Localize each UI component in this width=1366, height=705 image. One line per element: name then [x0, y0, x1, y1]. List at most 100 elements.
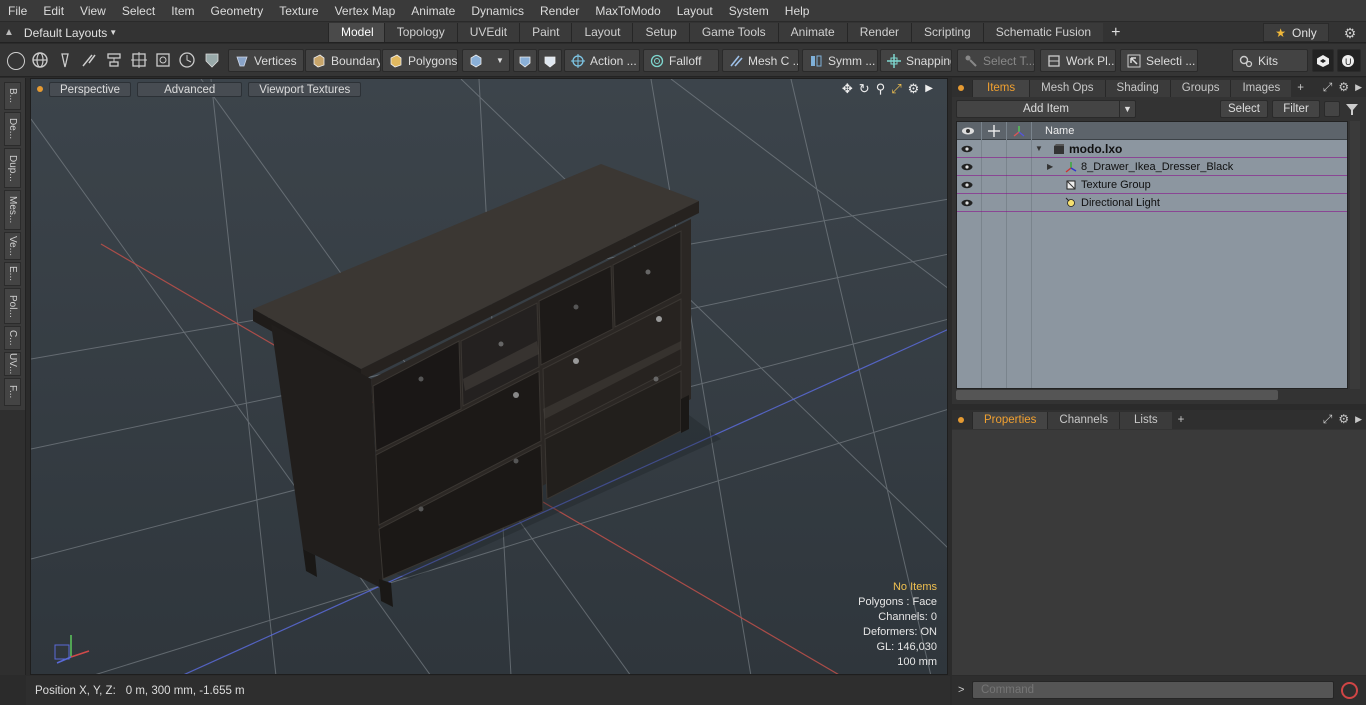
tab-setup[interactable]: Setup [632, 23, 689, 42]
tab-uvedit[interactable]: UVEdit [456, 23, 520, 42]
maximize-icon[interactable]: ⤢ [1323, 80, 1333, 95]
item-list-scrollbar[interactable] [1350, 121, 1360, 389]
menu-file[interactable]: File [0, 0, 35, 22]
expand-triangle-icon[interactable]: ▶ [1047, 158, 1053, 176]
tab-model[interactable]: Model [328, 23, 384, 42]
item-row-dresser[interactable]: ▶ 8_Drawer_Ikea_Dresser_Black [957, 158, 1347, 176]
palette-tab-fusion[interactable]: F... [4, 378, 21, 406]
expand-triangle-icon[interactable]: ▼ [1035, 140, 1043, 158]
clock-icon[interactable] [178, 51, 196, 69]
boundary-button[interactable]: Boundary [305, 49, 381, 72]
action-center-button[interactable]: Action ... [564, 49, 640, 72]
tab-items[interactable]: Items [972, 80, 1030, 97]
locator-column-icon[interactable] [1012, 122, 1026, 140]
tab-render[interactable]: Render [846, 23, 912, 42]
funnel-icon[interactable] [1344, 101, 1360, 117]
shield-icon[interactable] [203, 51, 221, 69]
move-grid-icon[interactable] [130, 51, 148, 69]
falloff-button[interactable]: Falloff [643, 49, 719, 72]
select-button[interactable]: Select [1220, 100, 1268, 118]
circle-select-icon[interactable] [7, 52, 25, 70]
item-row-directional-light[interactable]: Directional Light [957, 194, 1347, 212]
menu-layout[interactable]: Layout [669, 0, 721, 22]
gear-icon[interactable]: ⚙ [908, 81, 920, 97]
stop-icon[interactable] [1341, 682, 1358, 699]
gear-icon[interactable]: ⚙ [1338, 80, 1349, 95]
add-tab-icon[interactable]: + [1103, 23, 1128, 42]
gear-icon[interactable]: ⚙ [1338, 412, 1349, 427]
only-button[interactable]: ★ Only [1263, 23, 1329, 42]
zoom-icon[interactable]: ⚲ [876, 81, 886, 97]
chevron-down-icon[interactable]: ▼ [1119, 101, 1135, 117]
globe-icon[interactable] [31, 51, 49, 69]
palette-tab-vertex[interactable]: Ve... [4, 232, 21, 260]
work-plane-button[interactable]: Work Pl... [1040, 49, 1116, 72]
mesh-constraint-button[interactable]: Mesh C ... [722, 49, 799, 72]
selection-sets-button[interactable]: Selecti ... [1120, 49, 1198, 72]
brush-icon[interactable] [80, 51, 98, 69]
menu-system[interactable]: System [721, 0, 777, 22]
palette-tab-basic[interactable]: B... [4, 82, 21, 110]
eye-icon[interactable] [961, 179, 973, 191]
tab-channels[interactable]: Channels [1047, 412, 1120, 429]
viewport-menu-dot[interactable] [37, 86, 43, 92]
add-item-button[interactable]: Add Item ▼ [956, 100, 1136, 118]
item-list[interactable]: Name ▼ modo.lxo ▶ 8_Drawer_Ikea_Dresser_… [956, 121, 1348, 389]
gear-icon[interactable]: ⚙ [1341, 24, 1359, 42]
item-row-scene[interactable]: ▼ modo.lxo [957, 140, 1347, 158]
filter-button[interactable]: Filter [1272, 100, 1320, 118]
advanced-button[interactable]: Advanced [137, 81, 243, 97]
eye-icon[interactable] [961, 197, 973, 209]
pivot-mode-button[interactable] [538, 49, 562, 72]
menu-animate[interactable]: Animate [403, 0, 463, 22]
add-tab-icon[interactable]: + [1291, 80, 1310, 97]
select-through-button[interactable]: Select T... [957, 49, 1035, 72]
kits-button[interactable]: Kits [1232, 49, 1308, 72]
palette-tab-duplicate[interactable]: Dup... [4, 148, 21, 188]
menu-item[interactable]: Item [163, 0, 202, 22]
name-column-header[interactable]: Name [1045, 122, 1074, 140]
play-arrow-icon[interactable]: ▶ [925, 81, 933, 97]
collapse-icon[interactable] [1324, 101, 1340, 117]
palette-tab-uv[interactable]: UV... [4, 352, 21, 376]
maximize-icon[interactable]: ⤢ [1323, 412, 1333, 427]
vertices-button[interactable]: Vertices [228, 49, 304, 72]
tab-paint[interactable]: Paint [519, 23, 572, 42]
unity-button[interactable] [1312, 49, 1334, 72]
palette-tab-curve[interactable]: C... [4, 326, 21, 350]
menu-vertex-map[interactable]: Vertex Map [327, 0, 404, 22]
pan-icon[interactable]: ✥ [842, 81, 853, 97]
viewport-textures-button[interactable]: Viewport Textures [248, 81, 362, 97]
tab-properties[interactable]: Properties [972, 412, 1048, 429]
polygons-button[interactable]: Polygons [382, 49, 458, 72]
tab-images[interactable]: Images [1230, 80, 1292, 97]
palette-tab-polygon[interactable]: Pol... [4, 288, 21, 324]
item-list-hscrollbar[interactable] [956, 390, 1278, 400]
tab-shading[interactable]: Shading [1104, 80, 1170, 97]
menu-view[interactable]: View [72, 0, 114, 22]
align-icon[interactable] [105, 51, 123, 69]
menu-edit[interactable]: Edit [35, 0, 72, 22]
item-mode-button[interactable]: ▼ [462, 49, 510, 72]
menu-texture[interactable]: Texture [271, 0, 326, 22]
menu-help[interactable]: Help [777, 0, 818, 22]
menu-maxtomodo[interactable]: MaxToModo [587, 0, 668, 22]
visibility-column-icon[interactable] [961, 122, 975, 140]
unreal-button[interactable]: U [1337, 49, 1361, 72]
pen-icon[interactable] [56, 51, 74, 69]
item-row-texture-group[interactable]: Texture Group [957, 176, 1347, 194]
expand-up-icon[interactable]: ▲ [4, 27, 14, 38]
tab-groups[interactable]: Groups [1169, 80, 1231, 97]
perspective-button[interactable]: Perspective [49, 81, 132, 97]
symmetry-button[interactable]: Symm ... [802, 49, 878, 72]
menu-select[interactable]: Select [114, 0, 163, 22]
tab-layout[interactable]: Layout [571, 23, 633, 42]
panel-menu-dot[interactable] [958, 417, 964, 423]
palette-tab-edge[interactable]: E... [4, 262, 21, 286]
tab-schematic-fusion[interactable]: Schematic Fusion [982, 23, 1104, 42]
play-arrow-icon[interactable]: ▶ [1355, 412, 1362, 427]
play-arrow-icon[interactable]: ▶ [1355, 80, 1362, 95]
tab-animate[interactable]: Animate [777, 23, 847, 42]
snap-square-icon[interactable] [154, 51, 172, 69]
material-mode-button[interactable] [513, 49, 537, 72]
